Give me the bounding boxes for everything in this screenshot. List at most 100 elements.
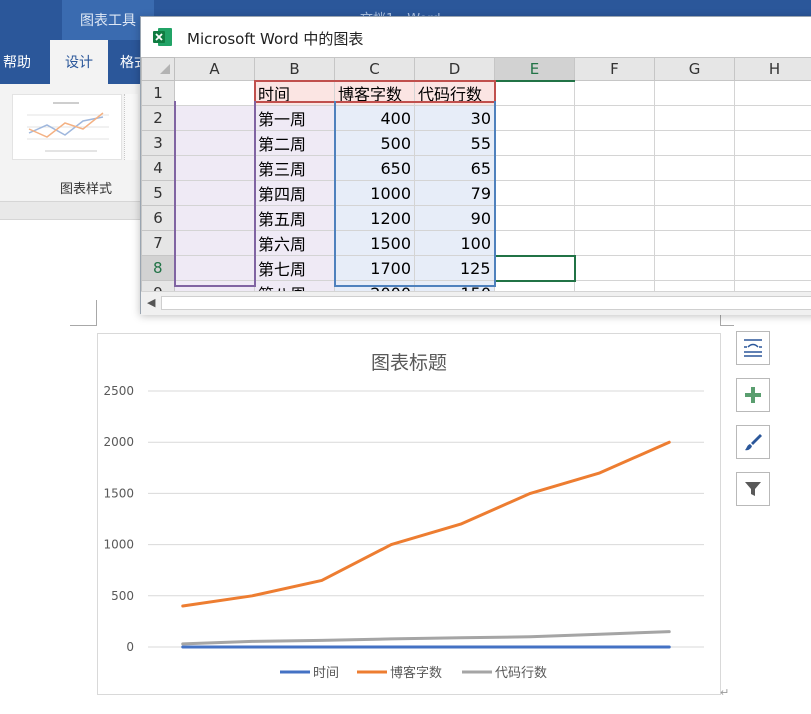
spreadsheet-grid: A B C D E F G H 1 时间 博客字数 代码行数 2 第一周 400… — [141, 57, 811, 306]
row-header[interactable]: 4 — [141, 155, 175, 181]
cell[interactable] — [654, 180, 735, 206]
excel-title-bar[interactable]: Microsoft Word 中的图表 — [141, 17, 811, 57]
column-header-a[interactable]: A — [174, 57, 255, 81]
cell[interactable]: 650 — [334, 155, 415, 181]
column-header-d[interactable]: D — [414, 57, 495, 81]
cell[interactable] — [734, 230, 811, 256]
cell[interactable] — [174, 255, 255, 281]
cell[interactable] — [174, 205, 255, 231]
cell[interactable] — [574, 130, 655, 156]
cell[interactable] — [174, 180, 255, 206]
column-header-f[interactable]: F — [574, 57, 655, 81]
cell[interactable] — [734, 180, 811, 206]
cell[interactable] — [494, 230, 575, 256]
cell[interactable] — [174, 230, 255, 256]
chart-style-thumbnail[interactable] — [12, 94, 122, 160]
word-window: 图表工具 文档1 - Word 帮助 设计 格式 图表样式 图表标题 25002… — [0, 0, 811, 714]
cell[interactable] — [654, 80, 735, 106]
row-header[interactable]: 8 — [141, 255, 176, 281]
row-header[interactable]: 5 — [141, 180, 175, 206]
chart-styles-button[interactable] — [736, 425, 770, 459]
cell[interactable] — [654, 155, 735, 181]
column-header-c[interactable]: C — [334, 57, 415, 81]
select-all-button[interactable] — [141, 57, 175, 81]
cell[interactable]: 1000 — [334, 180, 415, 206]
cell[interactable] — [654, 205, 735, 231]
tab-design[interactable]: 设计 — [50, 40, 108, 84]
column-header-e[interactable]: E — [494, 57, 575, 82]
layout-options-button[interactable] — [736, 331, 770, 365]
cell[interactable]: 500 — [334, 130, 415, 156]
cell[interactable] — [654, 230, 735, 256]
cell[interactable] — [574, 230, 655, 256]
cell[interactable] — [494, 180, 575, 206]
scroll-left-icon[interactable]: ◀ — [147, 296, 155, 309]
cell[interactable]: 90 — [414, 205, 495, 231]
cell[interactable]: 1700 — [334, 255, 415, 281]
chart-area[interactable]: 图表标题 2500 2000 1500 1000 500 0 时间 博客字数 代码行数 — [97, 333, 721, 695]
excel-data-window[interactable]: Microsoft Word 中的图表 A B C D E F G H 1 时间… — [140, 16, 811, 315]
cell[interactable] — [494, 80, 575, 106]
cell[interactable] — [494, 130, 575, 156]
gallery-next-style[interactable] — [124, 94, 138, 160]
excel-logo-icon — [153, 28, 172, 46]
cell[interactable] — [734, 130, 811, 156]
cell[interactable] — [494, 105, 575, 131]
scrollbar-track[interactable] — [161, 296, 811, 310]
cell[interactable] — [174, 155, 255, 181]
cell[interactable]: 400 — [334, 105, 415, 131]
cell[interactable] — [574, 105, 655, 131]
cell[interactable] — [734, 105, 811, 131]
row-header[interactable]: 3 — [141, 130, 175, 156]
cell[interactable] — [574, 80, 655, 106]
horizontal-scrollbar[interactable]: ◀ — [141, 291, 811, 315]
cell[interactable]: 125 — [414, 255, 495, 281]
row-header[interactable]: 2 — [141, 105, 175, 131]
column-header-g[interactable]: G — [654, 57, 735, 81]
cell[interactable] — [174, 80, 255, 106]
cell[interactable]: 79 — [414, 180, 495, 206]
cell[interactable]: 55 — [414, 130, 495, 156]
cell[interactable]: 1200 — [334, 205, 415, 231]
row-header[interactable]: 1 — [141, 80, 175, 106]
page-margin-mark — [70, 325, 97, 326]
cell[interactable] — [174, 130, 255, 156]
cell[interactable] — [734, 255, 811, 281]
row-header[interactable]: 6 — [141, 205, 175, 231]
cell[interactable] — [494, 205, 575, 231]
cell[interactable]: 30 — [414, 105, 495, 131]
column-header-b[interactable]: B — [254, 57, 335, 81]
cell[interactable]: 第四周 — [254, 180, 335, 206]
cell[interactable]: 第一周 — [254, 105, 335, 131]
cell[interactable]: 第三周 — [254, 155, 335, 181]
cell[interactable]: 代码行数 — [414, 80, 495, 106]
cell[interactable]: 第六周 — [254, 230, 335, 256]
cell[interactable]: 时间 — [254, 80, 335, 106]
cell[interactable] — [574, 255, 655, 281]
cell[interactable] — [654, 130, 735, 156]
tab-help[interactable]: 帮助 — [3, 40, 47, 84]
cell[interactable] — [574, 205, 655, 231]
cell[interactable] — [654, 255, 735, 281]
cell[interactable] — [574, 180, 655, 206]
chart-filters-button[interactable] — [736, 472, 770, 506]
column-header-h[interactable]: H — [734, 57, 811, 81]
cell[interactable]: 65 — [414, 155, 495, 181]
cell[interactable]: 第二周 — [254, 130, 335, 156]
row-header[interactable]: 7 — [141, 230, 175, 256]
cell[interactable] — [574, 155, 655, 181]
cell[interactable] — [494, 155, 575, 181]
cell[interactable]: 第五周 — [254, 205, 335, 231]
cell[interactable] — [734, 205, 811, 231]
chart-elements-button[interactable] — [736, 378, 770, 412]
cell[interactable]: 第七周 — [254, 255, 335, 281]
cell[interactable]: 博客字数 — [334, 80, 415, 106]
cell[interactable] — [734, 155, 811, 181]
cell[interactable] — [654, 105, 735, 131]
cell[interactable]: 1500 — [334, 230, 415, 256]
cell[interactable] — [734, 80, 811, 106]
active-cell-e8[interactable] — [493, 254, 576, 282]
cell[interactable]: 100 — [414, 230, 495, 256]
y-tick-label: 2500 — [103, 384, 134, 398]
cell[interactable] — [174, 105, 255, 131]
